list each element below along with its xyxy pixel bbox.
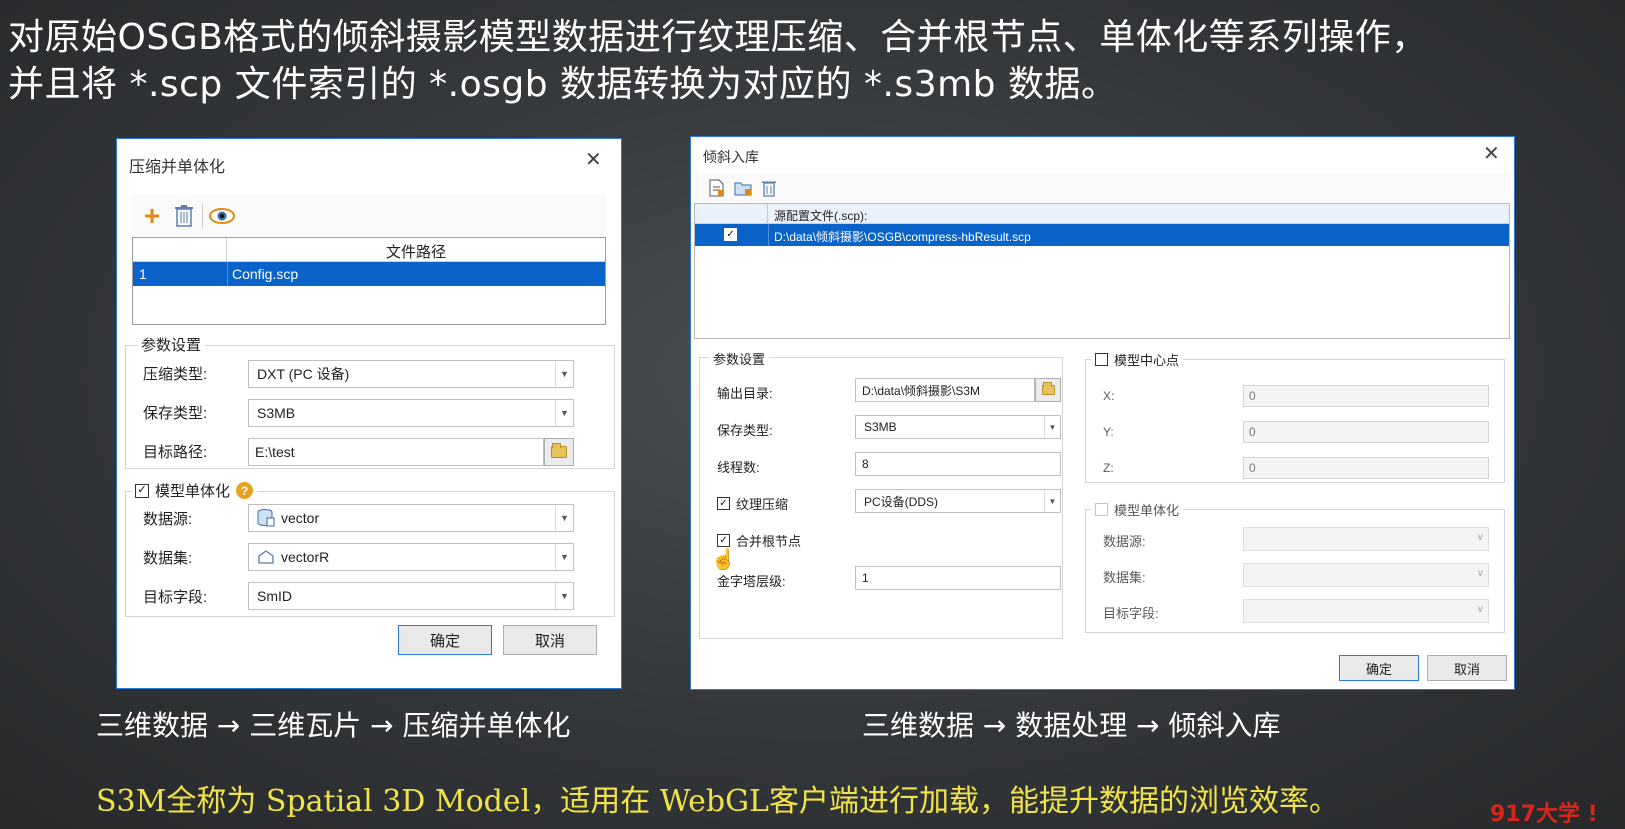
datasource-select[interactable]: ∨ [1243, 527, 1489, 551]
compress-type-select[interactable]: DXT (PC 设备) ▼ [248, 360, 574, 388]
center-point-legend: 模型中心点 [1091, 350, 1184, 369]
dataset-select[interactable]: vectorR ▼ [248, 543, 574, 571]
hand-cursor-icon: ☝ [711, 549, 736, 571]
chevron-down-icon: ▼ [555, 400, 573, 426]
table-row[interactable]: 1 Config.scp [133, 262, 605, 286]
row-index: 1 [139, 266, 147, 282]
chevron-down-icon: ▼ [555, 361, 573, 387]
pyramid-level-input[interactable]: 1 [855, 566, 1061, 590]
target-path-input[interactable]: E:\test [248, 438, 544, 466]
cancel-button[interactable]: 取消 [503, 625, 597, 655]
chevron-down-icon: ∨ [1476, 532, 1484, 543]
browse-folder-button[interactable] [1035, 378, 1061, 402]
dataset-select[interactable]: ∨ [1243, 563, 1489, 587]
output-dir-input[interactable]: D:\data\倾斜摄影\S3M [855, 378, 1035, 402]
eye-icon[interactable] [207, 202, 237, 230]
monomer-checkbox[interactable] [1095, 503, 1108, 516]
folder-icon [1041, 382, 1055, 395]
chevron-down-icon: ▼ [555, 583, 573, 609]
chevron-down-icon: ▼ [1044, 490, 1060, 512]
grid-header: 源配置文件(.scp): [695, 204, 1509, 224]
threads-label: 线程数: [717, 460, 760, 475]
params-legend: 参数设置 [137, 334, 206, 355]
save-type-select[interactable]: S3MB ▼ [855, 415, 1061, 439]
add-folder-icon[interactable] [733, 178, 753, 198]
target-field-label: 目标字段: [1103, 606, 1159, 621]
grid-header-path: 文件路径 [385, 244, 446, 261]
ok-button[interactable]: 确定 [1339, 655, 1419, 681]
toolbar [695, 173, 1511, 203]
z-input[interactable]: 0 [1243, 457, 1489, 479]
pyramid-level-label: 金字塔层级: [717, 574, 786, 589]
save-type-select[interactable]: S3MB ▼ [248, 399, 574, 427]
headline-line-2: 并且将 *.scp 文件索引的 *.osgb 数据转换为对应的 *.s3mb 数… [8, 64, 1118, 105]
toolbar: + [132, 195, 606, 237]
x-label: X: [1103, 389, 1115, 403]
datasource-label: 数据源: [1103, 534, 1146, 549]
folder-icon [551, 443, 567, 458]
y-input[interactable]: 0 [1243, 421, 1489, 443]
row-checkbox[interactable]: ✓ [724, 228, 737, 241]
monomer-legend: ✓ 模型单体化 ? [131, 480, 258, 501]
compress-monomer-dialog: 压缩并单体化 ✕ + 文件路径 1 Config.scp 参数设置 压缩类型: … [116, 138, 622, 689]
x-input[interactable]: 0 [1243, 385, 1489, 407]
chevron-down-icon: ∨ [1476, 604, 1484, 615]
help-icon[interactable]: ? [236, 482, 254, 499]
caption-right: 三维数据 → 数据处理 → 倾斜入库 [862, 709, 1281, 742]
slide-headline: 对原始OSGB格式的倾斜摄影模型数据进行纹理压缩、合并根节点、单体化等系列操作，… [8, 14, 1618, 108]
dialog-title: 倾斜入库 [703, 149, 759, 165]
texture-compress-checkbox-row[interactable]: ✓ 纹理压缩 [717, 494, 788, 513]
monomer-legend: 模型单体化 [1091, 500, 1184, 519]
region-icon [258, 550, 274, 564]
chevron-down-icon: ∨ [1476, 568, 1484, 579]
target-path-label: 目标路径: [143, 444, 208, 461]
footer-note: S3M全称为 Spatial 3D Model，适用在 WebGL客户端进行加载… [96, 784, 1339, 819]
ok-button[interactable]: 确定 [398, 625, 492, 655]
target-field-label: 目标字段: [143, 589, 208, 606]
chevron-down-icon: ▼ [555, 505, 573, 531]
delete-icon[interactable] [172, 202, 196, 230]
dataset-label: 数据集: [1103, 570, 1146, 585]
watermark: 917大学 ! [1490, 802, 1598, 827]
add-icon[interactable]: + [138, 200, 166, 231]
cancel-button[interactable]: 取消 [1427, 655, 1507, 681]
oblique-import-dialog: 倾斜入库 ✕ 源配置文件(.scp): ✓ D:\data\倾斜摄影\OSGB\… [690, 136, 1515, 690]
target-field-select[interactable]: SmID ▼ [248, 582, 574, 610]
browse-folder-button[interactable] [544, 438, 574, 466]
datasource-label: 数据源: [143, 511, 193, 528]
dialog-title: 压缩并单体化 [129, 159, 226, 176]
add-file-icon[interactable] [707, 178, 727, 198]
output-dir-label: 输出目录: [717, 386, 773, 401]
params-legend: 参数设置 [709, 349, 770, 368]
datasource-select[interactable]: vector ▼ [248, 504, 574, 532]
file-grid: 文件路径 1 Config.scp [132, 237, 606, 325]
caption-left: 三维数据 → 三维瓦片 → 压缩并单体化 [96, 709, 571, 742]
database-icon [257, 509, 275, 527]
chevron-down-icon: ▼ [555, 544, 573, 570]
chevron-down-icon: ▼ [1044, 416, 1060, 438]
delete-icon[interactable] [759, 178, 779, 198]
save-type-label: 保存类型: [717, 423, 773, 438]
row-path: Config.scp [232, 266, 299, 282]
grid-header: 文件路径 [133, 238, 605, 262]
compress-type-label: 压缩类型: [143, 366, 208, 383]
grid-header-scp: 源配置文件(.scp): [774, 209, 868, 223]
close-icon[interactable]: ✕ [1483, 141, 1500, 166]
z-label: Z: [1103, 461, 1114, 475]
scp-grid: 源配置文件(.scp): ✓ D:\data\倾斜摄影\OSGB\compres… [694, 203, 1510, 339]
center-point-checkbox[interactable] [1095, 353, 1108, 366]
row-path: D:\data\倾斜摄影\OSGB\compress-hbResult.scp [774, 230, 1031, 244]
headline-line-1: 对原始OSGB格式的倾斜摄影模型数据进行纹理压缩、合并根节点、单体化等系列操作， [8, 17, 1428, 58]
target-field-select[interactable]: ∨ [1243, 599, 1489, 623]
texture-compress-select[interactable]: PC设备(DDS) ▼ [855, 489, 1061, 513]
threads-input[interactable]: 8 [855, 452, 1061, 476]
close-icon[interactable]: ✕ [585, 147, 602, 172]
dataset-label: 数据集: [143, 550, 193, 567]
y-label: Y: [1103, 425, 1114, 439]
texture-compress-checkbox[interactable]: ✓ [717, 497, 730, 510]
merge-root-checkbox[interactable]: ✓ [717, 534, 730, 547]
monomer-checkbox[interactable]: ✓ [135, 483, 149, 498]
table-row[interactable]: ✓ D:\data\倾斜摄影\OSGB\compress-hbResult.sc… [695, 224, 1509, 246]
save-type-label: 保存类型: [143, 405, 208, 422]
